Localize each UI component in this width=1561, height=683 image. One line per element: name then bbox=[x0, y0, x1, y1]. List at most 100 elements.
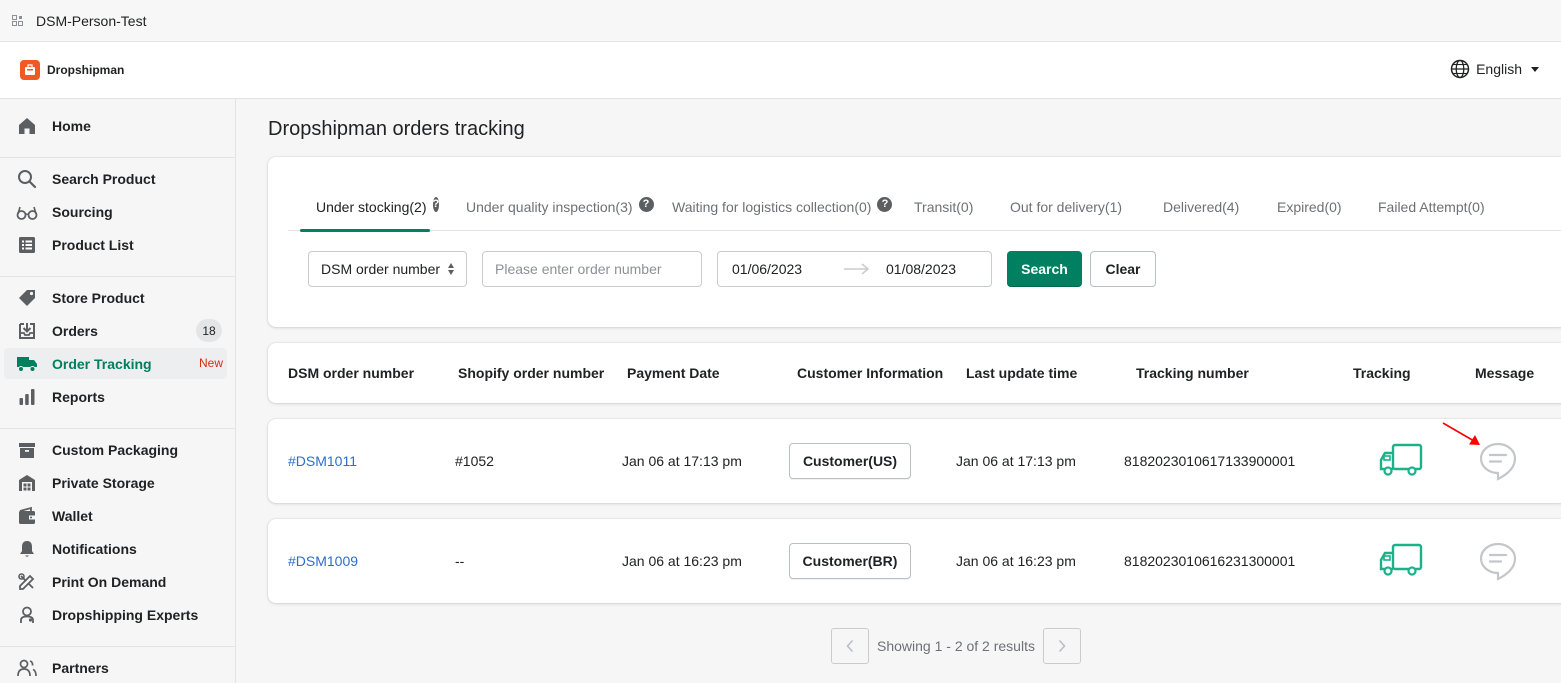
package-icon bbox=[16, 439, 38, 461]
dropshipman-logo-icon bbox=[20, 60, 40, 80]
expert-person-icon bbox=[16, 604, 38, 626]
bar-chart-icon bbox=[16, 386, 38, 408]
tab-label: Failed Attempt(0) bbox=[1378, 199, 1485, 215]
message-chat-icon[interactable] bbox=[1478, 441, 1518, 481]
sidebar-item-store-product[interactable]: Store Product bbox=[4, 282, 227, 313]
page-title: Dropshipman orders tracking bbox=[268, 118, 525, 140]
dsm-order-link[interactable]: #DSM1011 bbox=[288, 453, 357, 469]
sidebar-item-label: Order Tracking bbox=[52, 355, 152, 372]
sidebar-item-print-on-demand[interactable]: Print On Demand bbox=[4, 566, 227, 597]
tab-failed-attempt[interactable]: Failed Attempt(0) bbox=[1378, 183, 1485, 231]
search-button[interactable]: Search bbox=[1007, 251, 1082, 287]
tag-icon bbox=[16, 287, 38, 309]
chevron-right-icon bbox=[1058, 639, 1066, 653]
column-header: Message bbox=[1475, 365, 1535, 381]
help-icon[interactable]: ? bbox=[877, 196, 893, 212]
tracking-truck-icon[interactable] bbox=[1379, 543, 1423, 577]
sidebar-item-reports[interactable]: Reports bbox=[4, 381, 227, 412]
orders-inbox-icon bbox=[16, 320, 38, 342]
sidebar-item-label: Wallet bbox=[52, 507, 93, 524]
end-date[interactable]: 01/08/2023 bbox=[886, 261, 956, 277]
sidebar-item-orders[interactable]: Orders 18 bbox=[4, 315, 227, 346]
last-update-time: Jan 06 at 16:23 pm bbox=[956, 553, 1076, 569]
sidebar-item-label: Reports bbox=[52, 388, 105, 405]
sidebar-item-search-product[interactable]: Search Product bbox=[4, 163, 227, 194]
wallet-icon bbox=[16, 505, 38, 527]
tab-label: Under stocking(2) bbox=[316, 199, 427, 215]
sidebar-item-label: Search Product bbox=[52, 170, 156, 187]
sidebar-item-label: Print On Demand bbox=[52, 573, 167, 590]
brand[interactable]: Dropshipman bbox=[20, 60, 124, 80]
pagination: Showing 1 - 2 of 2 results bbox=[831, 628, 1081, 664]
last-update-time: Jan 06 at 17:13 pm bbox=[956, 453, 1076, 469]
home-icon bbox=[16, 115, 38, 137]
brand-name: Dropshipman bbox=[47, 63, 125, 77]
globe-icon bbox=[1450, 59, 1470, 79]
sidebar-divider bbox=[0, 276, 235, 277]
window-title: DSM-Person-Test bbox=[36, 12, 147, 29]
sidebar-item-order-tracking[interactable]: Order Tracking New bbox=[4, 348, 227, 379]
sidebar-item-label: Orders bbox=[52, 322, 98, 339]
tab-expired[interactable]: Expired(0) bbox=[1277, 183, 1342, 231]
sidebar-item-label: Home bbox=[52, 117, 91, 134]
sidebar-item-custom-packaging[interactable]: Custom Packaging bbox=[4, 434, 227, 465]
help-icon[interactable]: ? bbox=[638, 196, 654, 212]
orders-count-badge: 18 bbox=[196, 319, 222, 342]
sidebar-item-partners[interactable]: Partners bbox=[4, 652, 227, 683]
new-tag: New bbox=[198, 356, 223, 370]
order-number-input[interactable] bbox=[482, 251, 702, 287]
sidebar-item-label: Partners bbox=[52, 659, 109, 676]
tab-waiting-logistics[interactable]: Waiting for logistics collection(0) ? bbox=[672, 183, 893, 231]
help-icon[interactable]: ? bbox=[432, 196, 440, 212]
column-header: Tracking bbox=[1353, 365, 1411, 381]
sidebar-item-home[interactable]: Home bbox=[4, 110, 227, 141]
sidebar-divider bbox=[0, 646, 235, 647]
customer-info-button[interactable]: Customer(BR) bbox=[789, 543, 911, 579]
language-selector[interactable]: English bbox=[1450, 59, 1539, 79]
order-type-value: DSM order number bbox=[321, 261, 441, 277]
annotation-arrow-icon bbox=[1442, 422, 1480, 445]
sidebar-item-sourcing[interactable]: Sourcing bbox=[4, 196, 227, 227]
sidebar-item-label: Notifications bbox=[52, 540, 137, 557]
select-arrows-icon bbox=[448, 263, 454, 275]
customer-info-button[interactable]: Customer(US) bbox=[789, 443, 911, 479]
arrow-right-icon bbox=[844, 263, 870, 275]
clear-button[interactable]: Clear bbox=[1090, 251, 1156, 287]
sidebar-item-label: Store Product bbox=[52, 289, 145, 306]
message-chat-icon[interactable] bbox=[1478, 541, 1518, 581]
next-page-button[interactable] bbox=[1043, 628, 1081, 664]
order-type-select[interactable]: DSM order number bbox=[308, 251, 467, 287]
tab-label: Expired(0) bbox=[1277, 199, 1342, 215]
sidebar-item-notifications[interactable]: Notifications bbox=[4, 533, 227, 564]
date-range-picker[interactable]: 01/06/2023 01/08/2023 bbox=[717, 251, 992, 287]
list-icon bbox=[16, 234, 38, 256]
shopify-order-number: -- bbox=[455, 553, 465, 569]
table-row: #DSM1011 #1052 Jan 06 at 17:13 pm Custom… bbox=[268, 419, 1561, 503]
sidebar-item-label: Private Storage bbox=[52, 474, 155, 491]
tab-transit[interactable]: Transit(0) bbox=[914, 183, 973, 231]
tab-delivered[interactable]: Delivered(4) bbox=[1163, 183, 1239, 231]
previous-page-button[interactable] bbox=[831, 628, 869, 664]
dsm-order-link[interactable]: #DSM1009 bbox=[288, 553, 358, 569]
start-date[interactable]: 01/06/2023 bbox=[732, 261, 802, 277]
sidebar-item-label: Product List bbox=[52, 236, 134, 253]
tab-out-for-delivery[interactable]: Out for delivery(1) bbox=[1010, 183, 1122, 231]
sidebar-divider bbox=[0, 428, 235, 429]
tab-under-quality-inspection[interactable]: Under quality inspection(3) ? bbox=[466, 183, 654, 231]
status-tabs: Under stocking(2) ? Under quality inspec… bbox=[288, 183, 1561, 232]
sidebar-item-private-storage[interactable]: Private Storage bbox=[4, 467, 227, 498]
column-header: Last update time bbox=[966, 365, 1078, 381]
sidebar-item-dropshipping-experts[interactable]: Dropshipping Experts bbox=[4, 599, 227, 630]
bell-icon bbox=[16, 538, 38, 560]
payment-date: Jan 06 at 16:23 pm bbox=[622, 553, 742, 569]
tab-label: Out for delivery(1) bbox=[1010, 199, 1123, 215]
column-header: Customer Information bbox=[797, 365, 944, 381]
search-icon bbox=[16, 168, 38, 190]
tab-label: Delivered(4) bbox=[1163, 199, 1240, 215]
tab-under-stocking[interactable]: Under stocking(2) ? bbox=[288, 183, 440, 232]
sidebar-item-product-list[interactable]: Product List bbox=[4, 229, 227, 260]
tracking-truck-icon[interactable] bbox=[1379, 443, 1423, 477]
chevron-left-icon bbox=[846, 639, 854, 653]
sidebar-divider bbox=[0, 157, 235, 158]
sidebar-item-wallet[interactable]: Wallet bbox=[4, 500, 227, 531]
